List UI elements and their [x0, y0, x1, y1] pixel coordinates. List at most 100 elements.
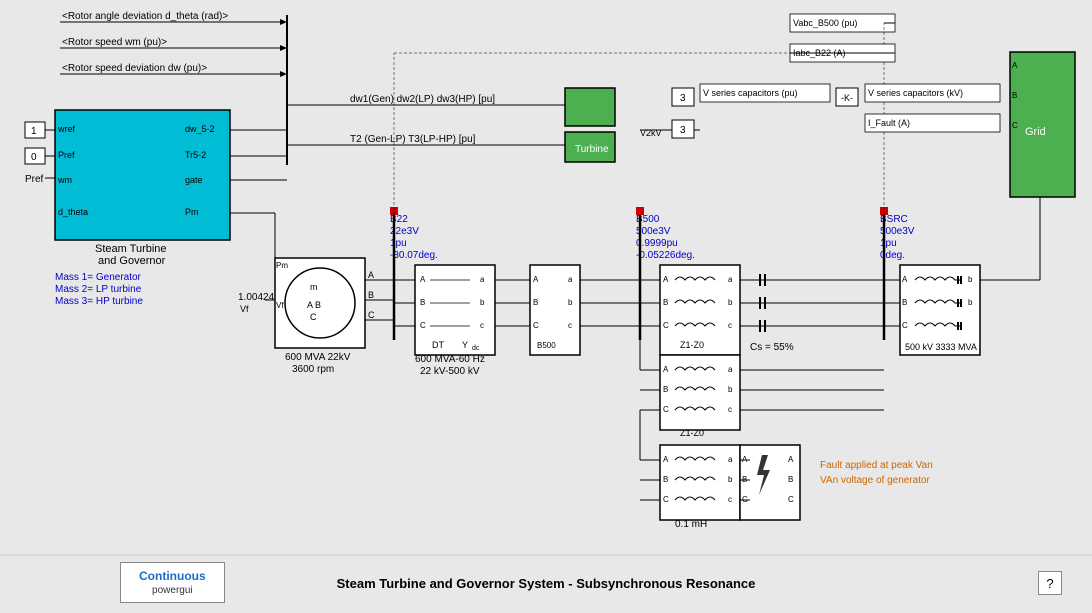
svg-text:B: B: [663, 298, 668, 307]
svg-text:Y: Y: [462, 340, 468, 350]
svg-text:0: 0: [31, 152, 37, 163]
help-icon: ?: [1046, 576, 1053, 591]
svg-text:B: B: [663, 475, 668, 484]
svg-text:Mass 1= Generator: Mass 1= Generator: [55, 272, 142, 283]
svg-text:c: c: [728, 405, 732, 414]
svg-text:C: C: [368, 310, 375, 320]
svg-text:b: b: [968, 298, 973, 307]
svg-text:a: a: [568, 275, 573, 284]
svg-text:a: a: [728, 275, 733, 284]
svg-text:0.9999pu: 0.9999pu: [636, 238, 678, 249]
svg-text:-K-: -K-: [841, 93, 853, 103]
svg-text:a: a: [728, 365, 733, 374]
svg-text:dw1(Gen) dw2(LP) dw3(HP) [pu: dw1(Gen) dw2(LP) dw3(HP) [pu]: [350, 94, 495, 105]
diagram-title: Steam Turbine and Governor System - Subs…: [337, 576, 756, 591]
svg-text:Z1-Z0: Z1-Z0: [680, 428, 704, 438]
diagram-area: <Rotor angle deviation d_theta (rad)> <R…: [0, 0, 1092, 613]
svg-text:a: a: [728, 455, 733, 464]
svg-text:c: c: [568, 321, 572, 330]
svg-text:B22: B22: [390, 214, 408, 225]
svg-text:V series capacitors (pu): V series capacitors (pu): [703, 88, 798, 98]
powergui-sub: powergui: [139, 585, 206, 596]
svg-text:Tr5-2: Tr5-2: [185, 150, 206, 160]
svg-text:C: C: [902, 321, 908, 330]
svg-text:500 kV 3333 MVA: 500 kV 3333 MVA: [905, 342, 977, 352]
svg-text:C: C: [310, 312, 317, 322]
svg-text:3600 rpm: 3600 rpm: [292, 364, 334, 375]
svg-text:Grid: Grid: [1025, 126, 1046, 138]
svg-text:B: B: [902, 298, 907, 307]
svg-text:1.00424: 1.00424: [238, 292, 275, 303]
svg-text:b: b: [968, 275, 973, 284]
svg-text:Pref: Pref: [25, 174, 44, 185]
powergui-label: Continuous: [139, 569, 206, 583]
svg-text:3: 3: [680, 93, 686, 104]
svg-text:dw_5-2: dw_5-2: [185, 124, 215, 134]
svg-text:C: C: [663, 495, 669, 504]
svg-text:600 MVA-60 Hz: 600 MVA-60 Hz: [415, 354, 485, 365]
svg-text:3: 3: [680, 125, 686, 136]
svg-text:dc: dc: [472, 345, 480, 352]
svg-text:A: A: [420, 275, 426, 284]
svg-text:-30.07deg.: -30.07deg.: [390, 250, 438, 261]
svg-text:Mass 2= LP turbine: Mass 2= LP turbine: [55, 284, 142, 295]
svg-text:a: a: [480, 275, 485, 284]
svg-text:Steam Turbine: Steam Turbine: [95, 243, 167, 255]
svg-text:b: b: [568, 298, 573, 307]
svg-text:Pref: Pref: [58, 150, 75, 160]
svg-text:c: c: [728, 321, 732, 330]
svg-text:Pm: Pm: [276, 261, 288, 270]
svg-text:A: A: [533, 275, 539, 284]
svg-text:C: C: [1012, 121, 1018, 130]
svg-text:b: b: [728, 475, 733, 484]
svg-text:1pu: 1pu: [390, 238, 407, 249]
svg-text:C: C: [663, 405, 669, 414]
powergui-box[interactable]: Continuous powergui: [120, 562, 225, 603]
help-button[interactable]: ?: [1038, 571, 1062, 595]
svg-text:m: m: [310, 282, 318, 292]
svg-text:Fault applied at peak Van: Fault applied at peak Van: [820, 460, 933, 471]
svg-text:c: c: [480, 321, 484, 330]
svg-text:C: C: [663, 321, 669, 330]
svg-text:B: B: [663, 385, 668, 394]
svg-text:A: A: [663, 365, 669, 374]
svg-text:gate: gate: [185, 175, 203, 185]
svg-text:V series capacitors (kV): V series capacitors (kV): [868, 88, 963, 98]
svg-text:C: C: [420, 321, 426, 330]
svg-text:C: C: [533, 321, 539, 330]
svg-text:Cs = 55%: Cs = 55%: [750, 342, 794, 353]
svg-text:b: b: [728, 385, 733, 394]
svg-text:A: A: [663, 455, 669, 464]
svg-text:and Governor: and Governor: [98, 255, 166, 267]
svg-text:T2 (Gen-LP) T3(LP-HP) [pu]: T2 (Gen-LP) T3(LP-HP) [pu]: [350, 134, 476, 145]
svg-text:A B: A B: [307, 300, 321, 310]
svg-text:VAn voltage of generator: VAn voltage of generator: [820, 475, 931, 486]
svg-text:<Rotor speed wm (pu)>: <Rotor speed wm (pu)>: [62, 37, 167, 48]
svg-text:Pm: Pm: [185, 207, 199, 217]
svg-text:B: B: [368, 290, 374, 300]
svg-text:Vf: Vf: [276, 301, 284, 310]
svg-text:1: 1: [31, 126, 37, 137]
svg-text:1pu: 1pu: [880, 238, 897, 249]
svg-text:A: A: [902, 275, 908, 284]
diagram-svg: <Rotor angle deviation d_theta (rad)> <R…: [0, 0, 1092, 613]
svg-text:<Rotor speed deviation dw (pu: <Rotor speed deviation dw (pu)>: [62, 63, 207, 74]
svg-text:22 kV-500 kV: 22 kV-500 kV: [420, 366, 480, 377]
svg-text:DT: DT: [432, 340, 444, 350]
svg-text:wm: wm: [57, 175, 72, 185]
svg-text:<Rotor angle deviation d_thet: <Rotor angle deviation d_theta (rad)>: [62, 11, 228, 22]
svg-text:B: B: [420, 298, 425, 307]
svg-text:A: A: [368, 270, 374, 280]
svg-text:B: B: [533, 298, 538, 307]
svg-text:-0.05226deg.: -0.05226deg.: [636, 250, 695, 261]
svg-text:A: A: [663, 275, 669, 284]
svg-text:Turbine: Turbine: [575, 144, 609, 155]
svg-text:600 MVA 22kV: 600 MVA 22kV: [285, 352, 351, 363]
svg-text:b: b: [728, 298, 733, 307]
svg-text:b: b: [480, 298, 485, 307]
svg-text:d_theta: d_theta: [58, 207, 88, 217]
svg-text:A: A: [1012, 61, 1018, 70]
svg-text:B: B: [1012, 91, 1017, 100]
svg-text:A: A: [788, 455, 794, 464]
svg-text:0.1 mH: 0.1 mH: [675, 519, 707, 530]
